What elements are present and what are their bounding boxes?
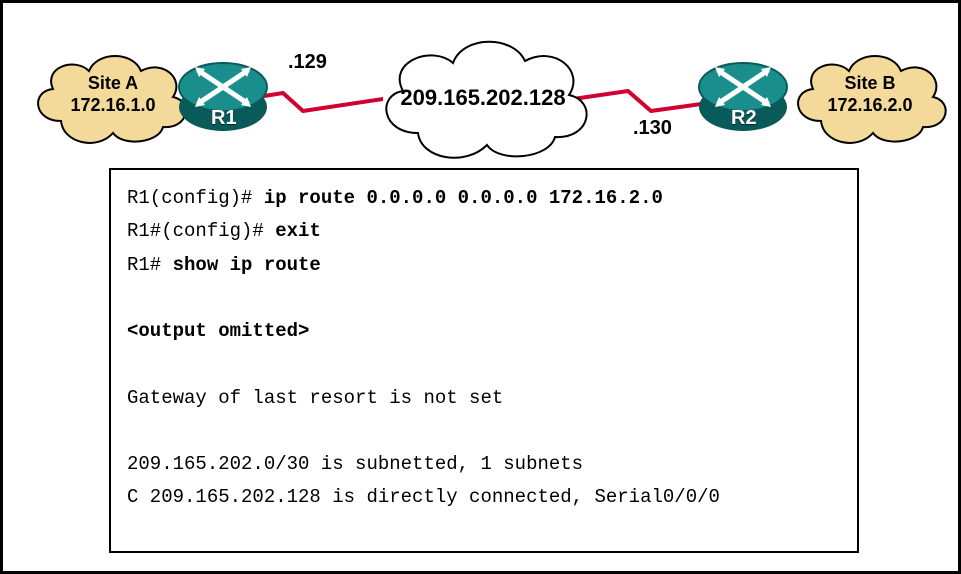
cli-omitted: <output omitted>: [127, 320, 309, 342]
network-diagram: Site A 172.16.1.0: [13, 11, 943, 161]
figure-container: Site A 172.16.1.0: [0, 0, 961, 574]
cli-l3-cmd: show ip route: [173, 254, 321, 276]
cloud-label-site-a: Site A 172.16.1.0: [58, 73, 168, 116]
cloud-label-site-b: Site B 172.16.2.0: [815, 73, 925, 116]
cli-l2-cmd: exit: [275, 220, 321, 242]
cli-connected: C 209.165.202.128 is directly connected,…: [127, 486, 720, 508]
wan-network-label: 209.165.202.128: [393, 85, 573, 111]
site-b-subnet: 172.16.2.0: [827, 95, 912, 115]
router-r2: R2: [693, 51, 781, 125]
cli-l2-prompt: R1#(config)#: [127, 220, 275, 242]
cli-output: R1(config)# ip route 0.0.0.0 0.0.0.0 172…: [109, 168, 859, 553]
site-b-name: Site B: [844, 73, 895, 93]
cli-l1-cmd: ip route 0.0.0.0 0.0.0.0 172.16.2.0: [264, 187, 663, 209]
router-r2-label: R2: [731, 107, 757, 130]
ip-label-r2: .130: [633, 117, 672, 140]
cli-l1-prompt: R1(config)#: [127, 187, 264, 209]
cli-subnetted: 209.165.202.0/30 is subnetted, 1 subnets: [127, 453, 583, 475]
ip-label-r1: .129: [288, 51, 327, 74]
router-r1-label: R1: [211, 107, 237, 130]
cli-gateway: Gateway of last resort is not set: [127, 387, 503, 409]
site-a-name: Site A: [88, 73, 138, 93]
cli-l3-prompt: R1#: [127, 254, 173, 276]
site-a-subnet: 172.16.1.0: [70, 95, 155, 115]
router-r1: R1: [173, 51, 261, 125]
